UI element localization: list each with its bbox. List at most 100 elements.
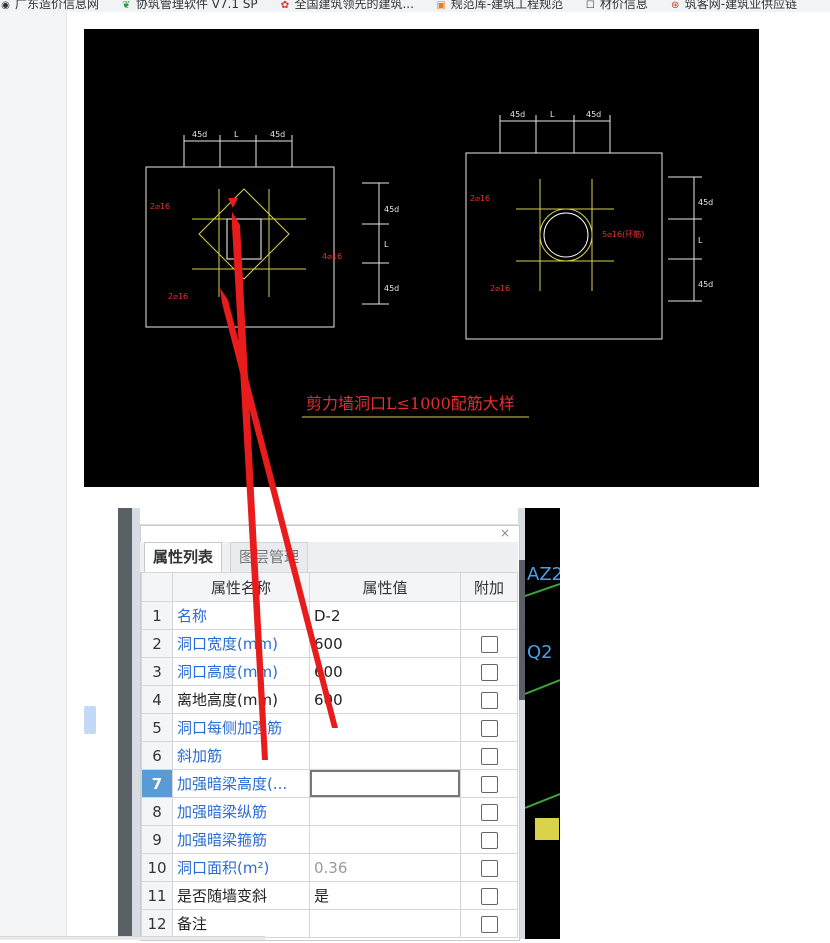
row-index: 7	[141, 769, 173, 798]
table-row[interactable]: 8 加强暗梁纵筋	[141, 797, 518, 826]
dim-label: 45d	[384, 284, 399, 293]
cad-title: 剪力墙洞口L≤1000配筋大样	[306, 394, 515, 413]
row-index: 12	[141, 909, 173, 938]
property-value[interactable]: 600	[309, 685, 461, 714]
property-name: 离地高度(mm)	[172, 685, 310, 714]
extra-checkbox[interactable]	[480, 803, 498, 821]
property-value[interactable]	[309, 713, 461, 742]
dim-label: 45d	[586, 110, 601, 119]
dim-label: 45d	[192, 130, 207, 139]
property-value[interactable]: 600	[309, 657, 461, 686]
table-row[interactable]: 12 备注	[141, 909, 518, 938]
dim-label: 45d	[510, 110, 525, 119]
extra-checkbox[interactable]	[480, 663, 498, 681]
rebar-label-4c16: 4⌀16	[322, 252, 342, 261]
flower-icon: ✿	[280, 0, 290, 11]
property-value-editor[interactable]	[309, 769, 461, 798]
side-collapse-tab[interactable]	[84, 706, 96, 734]
tab-property-list[interactable]: 属性列表	[144, 542, 223, 573]
book-icon: ▣	[436, 0, 446, 11]
table-row[interactable]: 10 洞口面积(m²) 0.36	[141, 853, 518, 882]
left-sidebar	[0, 12, 67, 939]
dim-label: 45d	[270, 130, 285, 139]
diagonal-rebar-diamond	[198, 188, 290, 280]
property-name: 洞口每侧加强筋	[172, 713, 310, 742]
property-value[interactable]	[309, 797, 461, 826]
row-index: 2	[141, 629, 173, 658]
property-name: 名称	[172, 601, 310, 630]
dim-label: L	[234, 130, 239, 139]
bottom-status-strip	[0, 936, 265, 940]
rebar-label-2c16: 2⌀16	[490, 284, 510, 293]
left-opening	[226, 218, 262, 260]
rebar-label-2c16: 2⌀16	[470, 194, 490, 203]
extra-checkbox[interactable]	[480, 691, 498, 709]
cad-drawing-svg: 45d L 45d 45d L 45d 45d L 45d 45d L 45d …	[145, 110, 713, 418]
property-value[interactable]: 600	[309, 629, 461, 658]
rebar-label-2c16: 2⌀16	[168, 292, 188, 301]
extra-checkbox[interactable]	[480, 635, 498, 653]
property-name: 洞口宽度(mm)	[172, 629, 310, 658]
property-table: 属性名称 属性值 附加 1 名称 D-2 2 洞口宽度(mm) 600 3 洞口…	[141, 572, 518, 938]
cad-fragment-label: AZ2	[527, 564, 560, 585]
cad-viewport-fragment: AZ2 Q2	[524, 508, 563, 939]
extra-checkbox[interactable]	[480, 887, 498, 905]
row-index: 6	[141, 741, 173, 770]
dim-label: 45d	[698, 280, 713, 289]
row-index: 10	[141, 853, 173, 882]
bookmark-national-construction[interactable]: ✿ 全国建筑领先的建筑...	[279, 0, 414, 11]
zhu-icon: ⊛	[671, 0, 680, 11]
left-wall-outline	[145, 166, 335, 328]
extra-checkbox[interactable]	[480, 915, 498, 933]
property-value: 0.36	[309, 853, 461, 882]
table-row[interactable]: 2 洞口宽度(mm) 600	[141, 629, 518, 658]
property-value[interactable]	[309, 741, 461, 770]
bookmark-material-price[interactable]: ☐ 材价信息	[585, 0, 648, 11]
close-icon[interactable]: ×	[500, 526, 510, 540]
row-index: 1	[141, 601, 173, 630]
dim-label: L	[384, 240, 389, 249]
table-row[interactable]: 3 洞口高度(mm) 600	[141, 657, 518, 686]
property-name: 洞口高度(mm)	[172, 657, 310, 686]
tab-layer-manager[interactable]: 图层管理	[230, 542, 309, 572]
property-name: 洞口面积(m²)	[172, 853, 310, 882]
leaf-icon: ❦	[122, 0, 131, 11]
table-row[interactable]: 6 斜加筋	[141, 741, 518, 770]
table-row[interactable]: 9 加强暗梁箍筋	[141, 825, 518, 854]
extra-checkbox[interactable]	[480, 747, 498, 765]
extra-checkbox[interactable]	[480, 859, 498, 877]
extra-cell	[460, 601, 518, 630]
header-index	[141, 572, 173, 602]
header-name: 属性名称	[172, 572, 310, 602]
property-name: 备注	[172, 909, 310, 938]
property-value[interactable]: D-2	[309, 601, 461, 630]
rebar-label-5c16: 5⌀16(环筋)	[602, 229, 644, 239]
table-row[interactable]: 1 名称 D-2	[141, 601, 518, 630]
panel-tabs: 属性列表 图层管理	[140, 542, 518, 573]
property-value[interactable]	[309, 909, 461, 938]
property-name: 加强暗梁箍筋	[172, 825, 310, 854]
table-row[interactable]: 5 洞口每侧加强筋	[141, 713, 518, 742]
row-index: 8	[141, 797, 173, 826]
header-value: 属性值	[309, 572, 461, 602]
bookmark-guangdong-price[interactable]: ◉ 广东造价信息网	[0, 0, 99, 11]
cad-fragment-label: Q2	[527, 642, 553, 663]
property-value[interactable]: 是	[309, 881, 461, 910]
cad-drawing: 45d L 45d 45d L 45d 45d L 45d 45d L 45d …	[84, 29, 759, 487]
property-name: 加强暗梁纵筋	[172, 797, 310, 826]
property-value[interactable]	[309, 825, 461, 854]
header-extra: 附加	[460, 572, 518, 602]
table-row[interactable]: 11 是否随墙变斜 是	[141, 881, 518, 910]
table-row[interactable]: 4 离地高度(mm) 600	[141, 685, 518, 714]
bookmark-zhuke[interactable]: ⊛ 筑客网-建筑业供应链	[670, 0, 797, 11]
extra-checkbox[interactable]	[480, 719, 498, 737]
bookmark-xiezhu[interactable]: ❦ 协筑管理软件 V7.1 SP	[121, 0, 257, 11]
page-icon: ☐	[585, 0, 595, 11]
right-round-opening	[543, 212, 589, 258]
row-index: 4	[141, 685, 173, 714]
window-left-edge	[118, 508, 132, 939]
extra-checkbox[interactable]	[480, 831, 498, 849]
bookmark-code-library[interactable]: ▣ 规范库-建筑工程规范	[436, 0, 564, 11]
table-row-selected[interactable]: 7 加强暗梁高度(...	[141, 769, 518, 798]
extra-checkbox[interactable]	[480, 775, 498, 793]
